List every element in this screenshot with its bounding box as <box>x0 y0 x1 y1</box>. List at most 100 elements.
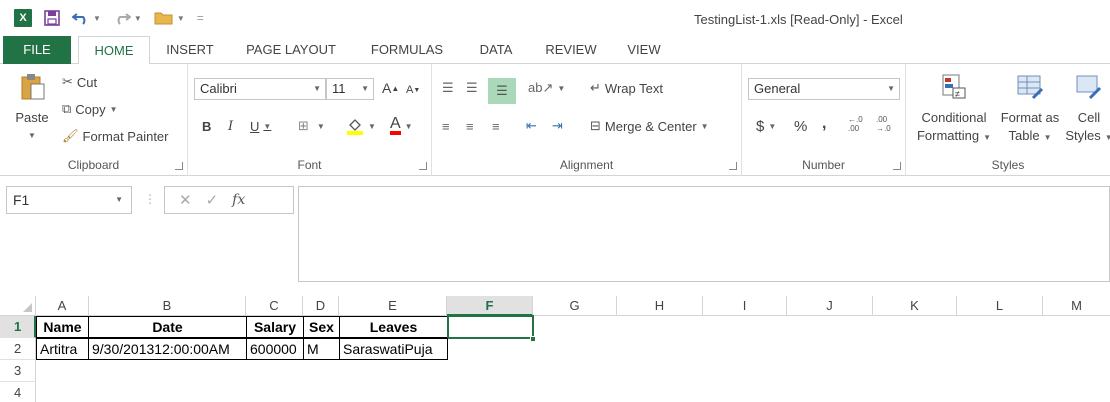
column-header-f[interactable]: F <box>447 296 533 316</box>
row-header-3[interactable]: 3 <box>0 360 36 382</box>
tab-insert[interactable]: INSERT <box>158 36 222 64</box>
cell-a2[interactable]: Artitra <box>36 338 89 360</box>
font-color-dropdown-icon[interactable]: ▼ <box>405 122 413 131</box>
column-header-h[interactable]: H <box>617 296 703 316</box>
underline-dropdown-icon[interactable]: ▼ <box>263 122 271 131</box>
italic-button[interactable]: I <box>228 116 233 136</box>
grow-font-button[interactable]: A ▲ <box>382 78 399 98</box>
tab-page-layout[interactable]: PAGE LAYOUT <box>236 36 346 64</box>
format-as-table-dropdown-icon[interactable]: ▼ <box>1044 133 1052 142</box>
open-dropdown-icon[interactable]: ▼ <box>177 14 185 23</box>
number-format-combo[interactable]: General ▼ <box>748 78 900 100</box>
open-folder-icon[interactable]: ▼ <box>154 8 185 28</box>
top-align-icon[interactable]: ☰ <box>442 78 454 98</box>
tab-home[interactable]: HOME <box>78 36 150 65</box>
save-icon[interactable] <box>44 8 60 28</box>
increase-indent-icon[interactable]: ⇥ <box>552 116 563 136</box>
cell-d1[interactable]: Sex <box>303 316 340 338</box>
cell-a1[interactable]: Name <box>36 316 89 338</box>
fill-handle[interactable] <box>530 336 536 342</box>
font-name-dropdown-icon[interactable]: ▼ <box>313 79 321 99</box>
name-box[interactable]: F1 ▼ <box>6 186 132 214</box>
fill-color-button[interactable]: ▼ <box>346 116 376 136</box>
insert-function-icon[interactable]: fx <box>232 192 245 208</box>
align-left-icon[interactable]: ≡ <box>442 116 450 136</box>
column-header-e[interactable]: E <box>339 296 447 316</box>
column-header-g[interactable]: G <box>533 296 617 316</box>
tab-review[interactable]: REVIEW <box>536 36 606 64</box>
conditional-formatting-button[interactable]: ≠ Conditional Formatting ▼ <box>912 72 996 147</box>
percent-button[interactable]: % <box>794 116 807 136</box>
underline-button[interactable]: U ▼ <box>250 116 271 136</box>
cell-d2[interactable]: M <box>303 338 340 360</box>
format-painter-button[interactable]: 🖌 Format Painter <box>62 126 169 146</box>
orientation-dropdown-icon[interactable]: ▼ <box>557 84 565 93</box>
row-header-1[interactable]: 1 <box>0 316 36 338</box>
format-as-table-button[interactable]: Format as Table ▼ <box>998 72 1062 147</box>
formula-input[interactable] <box>298 186 1110 282</box>
tab-file[interactable]: FILE <box>3 36 71 64</box>
currency-dropdown-icon[interactable]: ▼ <box>768 122 776 131</box>
font-launcher-icon[interactable] <box>419 162 427 170</box>
comma-button[interactable]: , <box>822 114 826 134</box>
align-right-icon[interactable]: ≡ <box>492 116 500 136</box>
font-size-combo[interactable]: 11 ▼ <box>326 78 374 100</box>
cell-f1[interactable] <box>447 315 534 339</box>
cut-button[interactable]: ✂ Cut <box>62 72 97 92</box>
bold-button[interactable]: B <box>202 116 211 136</box>
cancel-icon[interactable]: ✕ <box>179 191 192 209</box>
redo-icon[interactable]: ▼ <box>113 8 142 28</box>
font-size-dropdown-icon[interactable]: ▼ <box>361 79 369 99</box>
number-format-dropdown-icon[interactable]: ▼ <box>887 79 895 99</box>
cell-b2[interactable]: 9/30/201312:00:00AM <box>88 338 247 360</box>
column-header-b[interactable]: B <box>89 296 246 316</box>
borders-button[interactable]: ⊞ ▼ <box>298 116 325 136</box>
cell-e2[interactable]: SaraswatiPuja <box>339 338 448 360</box>
tab-view[interactable]: VIEW <box>618 36 670 64</box>
font-color-button[interactable]: A ▼ <box>390 116 413 136</box>
middle-align-icon[interactable]: ☰ <box>466 78 478 98</box>
currency-button[interactable]: $ ▼ <box>756 116 776 136</box>
number-launcher-icon[interactable] <box>893 162 901 170</box>
cell-c2[interactable]: 600000 <box>246 338 304 360</box>
cell-e1[interactable]: Leaves <box>339 316 448 338</box>
borders-dropdown-icon[interactable]: ▼ <box>317 122 325 131</box>
conditional-formatting-dropdown-icon[interactable]: ▼ <box>983 133 991 142</box>
merge-center-button[interactable]: ⊟ Merge & Center ▼ <box>590 116 709 136</box>
font-name-combo[interactable]: Calibri ▼ <box>194 78 326 100</box>
cell-styles-dropdown-icon[interactable]: ▼ <box>1105 133 1110 142</box>
column-header-a[interactable]: A <box>36 296 89 316</box>
column-header-j[interactable]: J <box>787 296 873 316</box>
column-header-k[interactable]: K <box>873 296 957 316</box>
column-header-c[interactable]: C <box>246 296 303 316</box>
select-all-corner[interactable] <box>0 296 36 316</box>
clipboard-launcher-icon[interactable] <box>175 162 183 170</box>
cell-b1[interactable]: Date <box>88 316 247 338</box>
alignment-launcher-icon[interactable] <box>729 162 737 170</box>
cell-c1[interactable]: Salary <box>246 316 304 338</box>
copy-dropdown-icon[interactable]: ▼ <box>110 105 118 114</box>
paste-dropdown-icon[interactable]: ▼ <box>10 127 54 145</box>
undo-icon[interactable]: ▼ <box>72 8 101 28</box>
enter-check-icon[interactable]: ✓ <box>206 191 219 209</box>
cell-styles-button[interactable]: Cell Styles ▼ <box>1064 72 1110 147</box>
column-header-l[interactable]: L <box>957 296 1043 316</box>
undo-dropdown-icon[interactable]: ▼ <box>93 14 101 23</box>
align-center-icon[interactable]: ≡ <box>466 116 474 136</box>
shrink-font-button[interactable]: A ▼ <box>406 80 420 100</box>
merge-center-dropdown-icon[interactable]: ▼ <box>701 122 709 131</box>
orientation-button[interactable]: ab↗ ▼ <box>528 78 565 98</box>
bottom-align-icon[interactable]: ☰ <box>488 78 516 104</box>
decrease-indent-icon[interactable]: ⇤ <box>526 116 537 136</box>
decrease-decimal-button[interactable]: .00 →.0 <box>876 114 891 134</box>
row-header-4[interactable]: 4 <box>0 382 36 402</box>
paste-button[interactable]: Paste ▼ <box>10 72 54 145</box>
increase-decimal-button[interactable]: ←.0 .00 <box>848 114 863 134</box>
redo-dropdown-icon[interactable]: ▼ <box>134 14 142 23</box>
tab-data[interactable]: DATA <box>466 36 526 64</box>
wrap-text-button[interactable]: ↵ Wrap Text <box>590 78 663 98</box>
column-header-m[interactable]: M <box>1043 296 1110 316</box>
copy-button[interactable]: ⧉ Copy ▼ <box>62 99 118 119</box>
tab-formulas[interactable]: FORMULAS <box>360 36 454 64</box>
customize-qat-icon[interactable]: = <box>197 8 204 28</box>
